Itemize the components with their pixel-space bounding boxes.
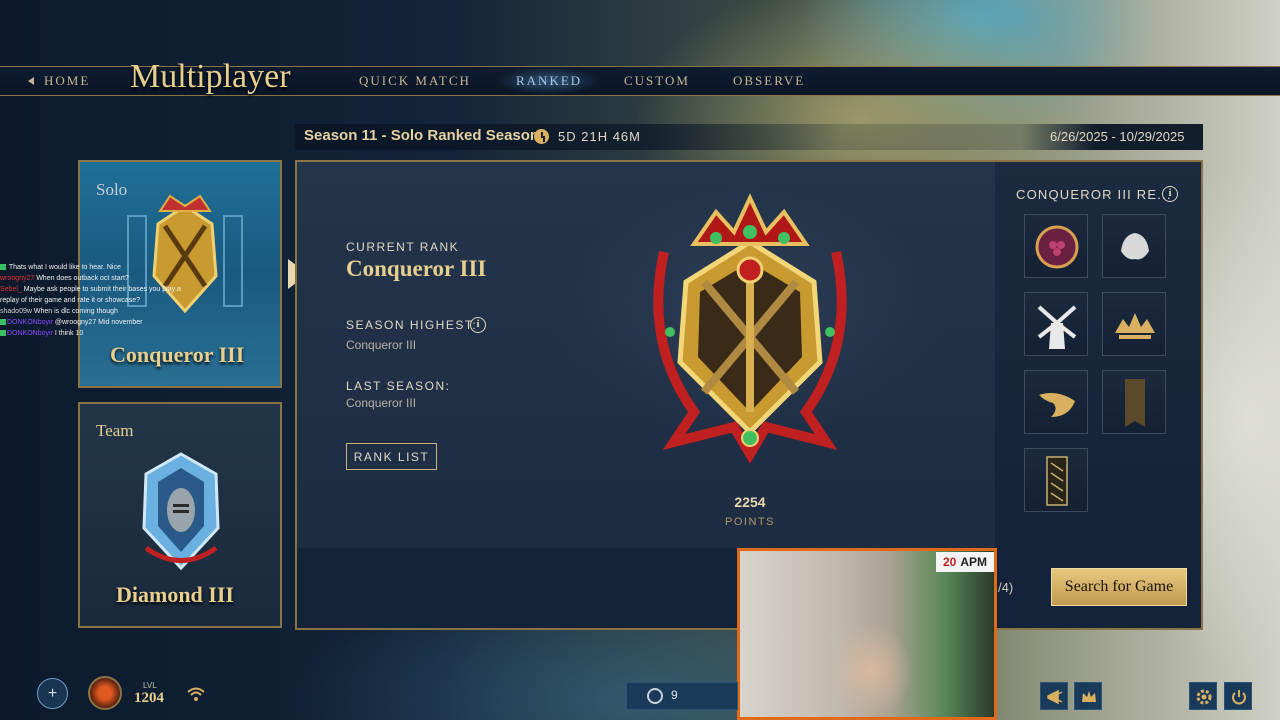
points-label: POINTS xyxy=(725,516,775,528)
apm-badge: 20 APM xyxy=(936,552,994,572)
chat-message: Thats what I would like to hear. Nice xyxy=(0,262,190,273)
tab-ranked[interactable]: RANKED xyxy=(516,73,582,89)
current-rank-value: Conqueror III xyxy=(346,256,487,281)
diamond-emblem-icon xyxy=(142,452,220,571)
team-rank: Diamond III xyxy=(116,582,234,607)
chat-message: DONKONboyir @wroogny27 Mid november xyxy=(0,317,190,328)
season-title: Season 11 - Solo Ranked Season xyxy=(304,127,540,144)
reward-windmill[interactable] xyxy=(1024,292,1088,356)
conqueror-emblem-icon xyxy=(653,193,847,464)
crown-icon xyxy=(1082,691,1096,702)
level-label: LVL xyxy=(143,681,157,690)
chat-message: wroogny27 When does outback oct start? xyxy=(0,275,129,282)
tab-quick-match[interactable]: QUICK MATCH xyxy=(359,73,471,89)
settings-button[interactable] xyxy=(1189,682,1217,710)
grape-portrait-icon xyxy=(1035,225,1079,269)
rewards-title: CONQUEROR III RE... xyxy=(1016,187,1172,202)
season-highest-label: SEASON HIGHEST: xyxy=(346,318,478,332)
megaphone-icon xyxy=(1047,689,1063,705)
rank-rewards-button[interactable] xyxy=(1074,682,1102,710)
home-label: HOME xyxy=(44,73,91,88)
wifi-icon xyxy=(187,687,205,701)
info-icon[interactable]: i xyxy=(470,317,486,333)
chat-message: DONKONboyir I think 10 xyxy=(0,328,190,339)
chevron-left-icon xyxy=(28,77,34,85)
team-label: Team xyxy=(96,421,134,440)
queue-count: /4) xyxy=(998,580,1014,595)
wave-emblem-icon xyxy=(1039,393,1075,417)
rank-list-button[interactable]: RANK LIST xyxy=(346,443,437,470)
add-button[interactable]: + xyxy=(37,678,68,709)
chat-message: shado09w When is dlc coming though xyxy=(0,308,118,315)
rewards-info-icon[interactable]: i xyxy=(1162,186,1178,202)
current-rank-label: CURRENT RANK xyxy=(346,240,460,254)
stream-chat-overlay: Thats what I would like to hear. Nice wr… xyxy=(0,262,190,339)
announcements-button[interactable] xyxy=(1040,682,1068,710)
home-button[interactable]: HOME xyxy=(28,73,90,89)
tab-observe[interactable]: OBSERVE xyxy=(733,73,805,89)
team-ranked-card[interactable]: Team Diamond III xyxy=(78,402,282,628)
tab-custom[interactable]: CUSTOM xyxy=(624,73,690,89)
avatar[interactable] xyxy=(88,676,122,710)
level-value: 1204 xyxy=(134,690,164,706)
apm-label: APM xyxy=(960,555,988,569)
season-dates: 6/26/2025 - 10/29/2025 xyxy=(1050,129,1185,144)
last-season-value: Conqueror III xyxy=(346,396,417,410)
power-icon xyxy=(1232,690,1246,705)
solo-rank: Conqueror III xyxy=(110,342,245,367)
pattern-banner-icon xyxy=(1046,456,1068,506)
season-timer: 5D 21H 46M xyxy=(558,129,641,144)
season-highest-value: Conqueror III xyxy=(346,338,417,352)
silver-crest-icon xyxy=(1121,233,1149,260)
points-value: 2254 xyxy=(734,494,766,510)
friends-online-button[interactable] xyxy=(626,682,738,710)
reward-grape-portrait[interactable] xyxy=(1024,214,1088,278)
reward-banner[interactable] xyxy=(1102,370,1166,434)
power-button[interactable] xyxy=(1224,682,1252,710)
search-for-game-button[interactable]: Search for Game xyxy=(1051,568,1187,606)
friends-count: 9 xyxy=(671,688,678,702)
reward-pattern-banner[interactable] xyxy=(1024,448,1088,512)
webcam-overlay xyxy=(737,548,997,720)
banner-icon xyxy=(1125,379,1145,427)
page-title: Multiplayer xyxy=(130,58,291,95)
apm-value: 20 xyxy=(942,555,957,569)
reward-sun-emblem[interactable] xyxy=(1102,292,1166,356)
gear-icon xyxy=(1196,689,1212,705)
last-season-label: LAST SEASON: xyxy=(346,379,451,393)
windmill-icon xyxy=(1037,305,1077,349)
friends-icon xyxy=(647,688,663,704)
clock-icon xyxy=(534,129,549,144)
reward-silver-crest[interactable] xyxy=(1102,214,1166,278)
reward-wave-emblem[interactable] xyxy=(1024,370,1088,434)
chat-message: Sebel_ Maybe ask people to submit their … xyxy=(0,286,181,304)
solo-label: Solo xyxy=(96,180,128,199)
sun-emblem-icon xyxy=(1115,313,1155,339)
